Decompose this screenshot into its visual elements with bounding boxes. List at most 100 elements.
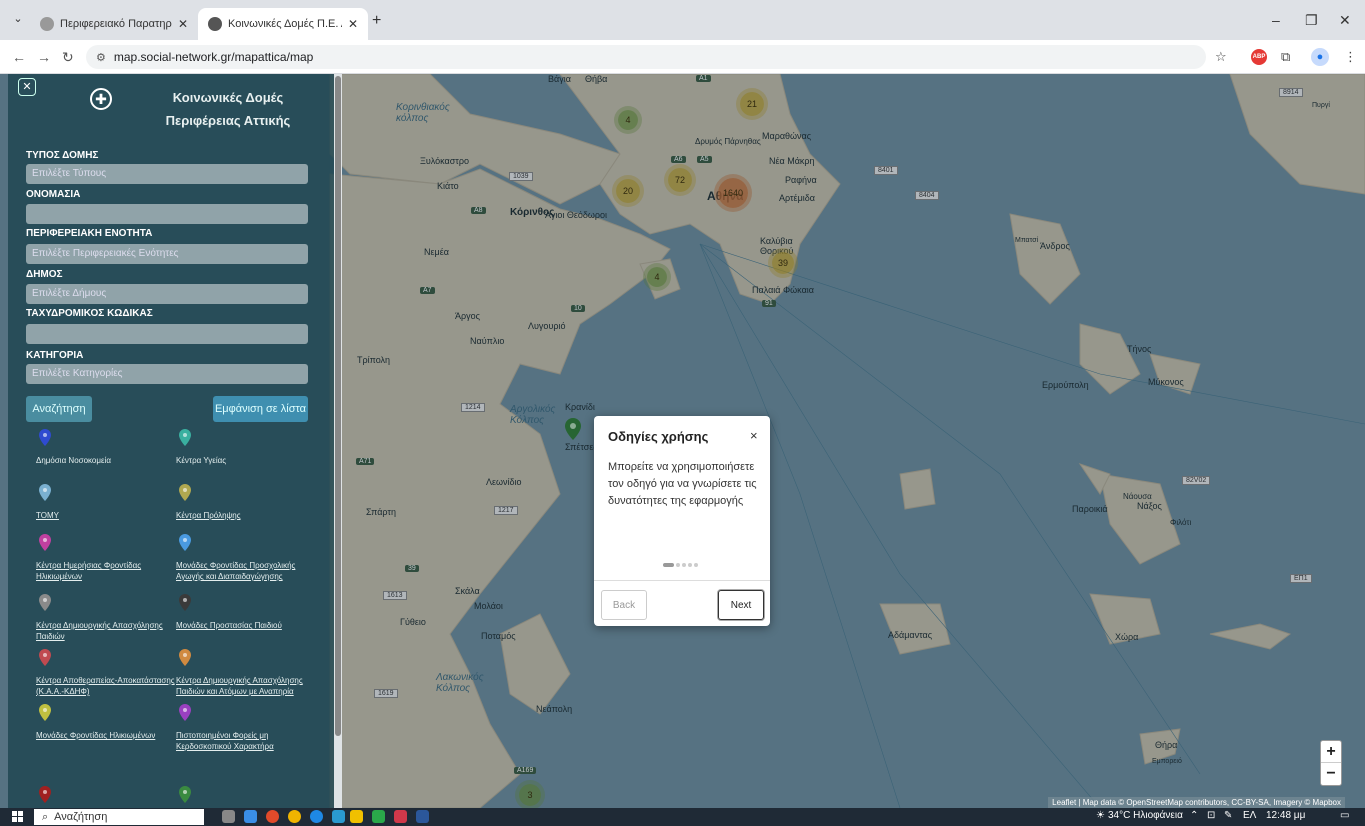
- category-label[interactable]: Κέντρα Δημιουργικής Απασχόλησης Παιδιών …: [176, 675, 316, 697]
- category-label[interactable]: Μονάδες Φροντίδας Ηλικιωμένων: [36, 730, 176, 741]
- weather-text[interactable]: 34°C Ηλιοφάνεια: [1108, 810, 1183, 821]
- close-dialog-icon[interactable]: ×: [750, 428, 758, 443]
- category-label: Δημόσια Νοσοκομεία: [36, 456, 111, 465]
- filter-label-name: ΟΝΟΜΑΣΙΑ: [26, 189, 81, 200]
- url-field[interactable]: ⚙ map.social-network.gr/mapattica/map: [86, 45, 1206, 69]
- category-select[interactable]: Επιλέξτε Κατηγορίες: [26, 364, 308, 384]
- close-tab-icon[interactable]: ✕: [178, 17, 188, 31]
- adblock-icon[interactable]: ABP: [1251, 49, 1267, 65]
- close-icon[interactable]: ✕: [1339, 12, 1351, 29]
- category-item[interactable]: Κέντρα Ημερήσιας Φροντίδας Ηλικιωμένων: [36, 534, 176, 582]
- extensions-icon[interactable]: ⧉: [1281, 49, 1290, 65]
- close-tab-icon[interactable]: ✕: [348, 17, 358, 31]
- map-view[interactable]: Βάγια Θήβα Κορινθιακός κόλπος Ξυλόκαστρο…: [0, 74, 1365, 808]
- zoom-in-button[interactable]: +: [1321, 741, 1341, 763]
- map-pin-icon: [179, 786, 191, 803]
- category-item[interactable]: Κέντρα Αποθεραπείας-Αποκατάστασης (Κ.Α.Α…: [36, 649, 176, 697]
- region-select[interactable]: Επιλέξτε Περιφερειακές Ενότητες: [26, 244, 308, 264]
- category-item[interactable]: Μονάδες Προστασίας Παιδιού: [176, 594, 316, 631]
- reload-icon[interactable]: ↻: [62, 49, 74, 66]
- pen-icon[interactable]: ✎: [1224, 810, 1232, 821]
- category-label[interactable]: Κέντρα Αποθεραπείας-Αποκατάστασης (Κ.Α.Α…: [36, 675, 176, 697]
- tab-inactive[interactable]: Περιφερειακό Παρατηρητήριο ✕: [30, 8, 198, 40]
- category-item[interactable]: Κέντρα Υγείας: [176, 429, 316, 466]
- word-icon[interactable]: [416, 810, 429, 823]
- step-dot[interactable]: [676, 563, 680, 567]
- scrollbar-thumb[interactable]: [335, 76, 341, 736]
- category-label[interactable]: Κέντρα Δημιουργικής Απασχόλησης Παιδιών: [36, 620, 176, 642]
- category-label[interactable]: Μονάδες Φροντίδας Προσχολικής Αγωγής και…: [176, 560, 316, 582]
- kaspersky-icon[interactable]: [372, 810, 385, 823]
- close-sidebar-icon[interactable]: ✕: [18, 78, 36, 96]
- chrome-icon[interactable]: [288, 810, 301, 823]
- pdf-icon[interactable]: [394, 810, 407, 823]
- app-icon[interactable]: [332, 810, 345, 823]
- category-item[interactable]: Μονάδες Φροντίδας Προσχολικής Αγωγής και…: [176, 534, 316, 582]
- zoom-control: + −: [1320, 740, 1342, 786]
- minimize-icon[interactable]: –: [1272, 12, 1280, 28]
- clock[interactable]: 12:48 μμ: [1266, 810, 1305, 821]
- map-pin-icon: [39, 594, 51, 611]
- tab-title: Κοινωνικές Δομές Π.Ε. Αττικής: [228, 18, 342, 30]
- sidebar-title-line2: Περιφέρειας Αττικής: [165, 113, 291, 128]
- forward-icon[interactable]: →: [37, 49, 51, 65]
- tab-active[interactable]: Κοινωνικές Δομές Π.Ε. Αττικής ✕: [198, 8, 368, 40]
- map-pin-icon: [179, 704, 191, 721]
- site-info-icon[interactable]: ⚙: [96, 51, 106, 64]
- step-dot[interactable]: [694, 563, 698, 567]
- globe-icon: [208, 17, 222, 31]
- restore-icon[interactable]: ❐: [1305, 12, 1318, 29]
- star-icon[interactable]: ☆: [1215, 49, 1227, 65]
- new-tab-icon[interactable]: +: [372, 12, 381, 30]
- name-input[interactable]: [26, 204, 308, 224]
- language-indicator[interactable]: ΕΛ: [1243, 810, 1256, 821]
- category-item[interactable]: Μονάδες Φροντίδας Ηλικιωμένων: [36, 704, 176, 741]
- category-label[interactable]: Πιστοποιημένοι Φορείς μη Κερδοσκοπικού Χ…: [176, 730, 316, 752]
- show-list-button[interactable]: Εμφάνιση σε λίστα: [213, 396, 308, 422]
- map-pin-icon: [179, 594, 191, 611]
- tray-chevron-icon[interactable]: ⌃: [1190, 810, 1198, 821]
- opera-icon[interactable]: [266, 810, 279, 823]
- category-item[interactable]: [36, 786, 176, 808]
- network-icon[interactable]: ⊡: [1207, 810, 1215, 821]
- taskbar-search[interactable]: ⌕ Αναζήτηση: [34, 809, 204, 825]
- file-explorer-icon[interactable]: [350, 810, 363, 823]
- search-button[interactable]: Αναζήτηση: [26, 396, 92, 422]
- edge-icon[interactable]: [244, 810, 257, 823]
- municipality-select[interactable]: Επιλέξτε Δήμους: [26, 284, 308, 304]
- step-dot[interactable]: [682, 563, 686, 567]
- task-view-icon[interactable]: [222, 810, 235, 823]
- taskbar-search-label: Αναζήτηση: [54, 811, 108, 823]
- type-select[interactable]: Επιλέξτε Τύπους: [26, 164, 308, 184]
- tab-search-icon[interactable]: ⌄: [10, 12, 26, 28]
- category-item[interactable]: Κέντρα Δημιουργικής Απασχόλησης Παιδιών: [36, 594, 176, 642]
- category-item[interactable]: Πιστοποιημένοι Φορείς μη Κερδοσκοπικού Χ…: [176, 704, 316, 752]
- menu-icon[interactable]: ⋮: [1344, 49, 1357, 65]
- next-button[interactable]: Next: [718, 590, 764, 620]
- back-icon[interactable]: ←: [12, 49, 26, 65]
- step-dot[interactable]: [663, 563, 674, 567]
- category-label[interactable]: Κέντρα Πρόληψης: [176, 510, 316, 521]
- guide-dialog: Οδηγίες χρήσης × Μπορείτε να χρησιμοποιή…: [594, 416, 770, 626]
- category-label[interactable]: Κέντρα Ημερήσιας Φροντίδας Ηλικιωμένων: [36, 560, 176, 582]
- notification-icon[interactable]: ▭: [1340, 810, 1349, 821]
- windows-start-icon[interactable]: [12, 811, 23, 822]
- profile-icon[interactable]: ●: [1311, 48, 1329, 66]
- step-dot[interactable]: [688, 563, 692, 567]
- map-pin-icon: [179, 649, 191, 666]
- browser-icon[interactable]: [310, 810, 323, 823]
- category-label[interactable]: ΤΟΜΥ: [36, 510, 176, 521]
- category-item[interactable]: ΤΟΜΥ: [36, 484, 176, 521]
- weather-icon[interactable]: ☀: [1096, 810, 1105, 821]
- zoom-out-button[interactable]: −: [1321, 763, 1341, 785]
- category-item[interactable]: [176, 786, 316, 808]
- category-item[interactable]: Κέντρα Δημιουργικής Απασχόλησης Παιδιών …: [176, 649, 316, 697]
- filter-label-type: ΤΥΠΟΣ ΔΟΜΗΣ: [26, 150, 99, 161]
- postcode-input[interactable]: [26, 324, 308, 344]
- back-button[interactable]: Back: [601, 590, 647, 620]
- sidebar-scrollbar[interactable]: [334, 74, 342, 808]
- map-pin-icon: [39, 429, 51, 446]
- category-item[interactable]: Κέντρα Πρόληψης: [176, 484, 316, 521]
- category-label[interactable]: Μονάδες Προστασίας Παιδιού: [176, 620, 316, 631]
- category-item[interactable]: Δημόσια Νοσοκομεία: [36, 429, 176, 466]
